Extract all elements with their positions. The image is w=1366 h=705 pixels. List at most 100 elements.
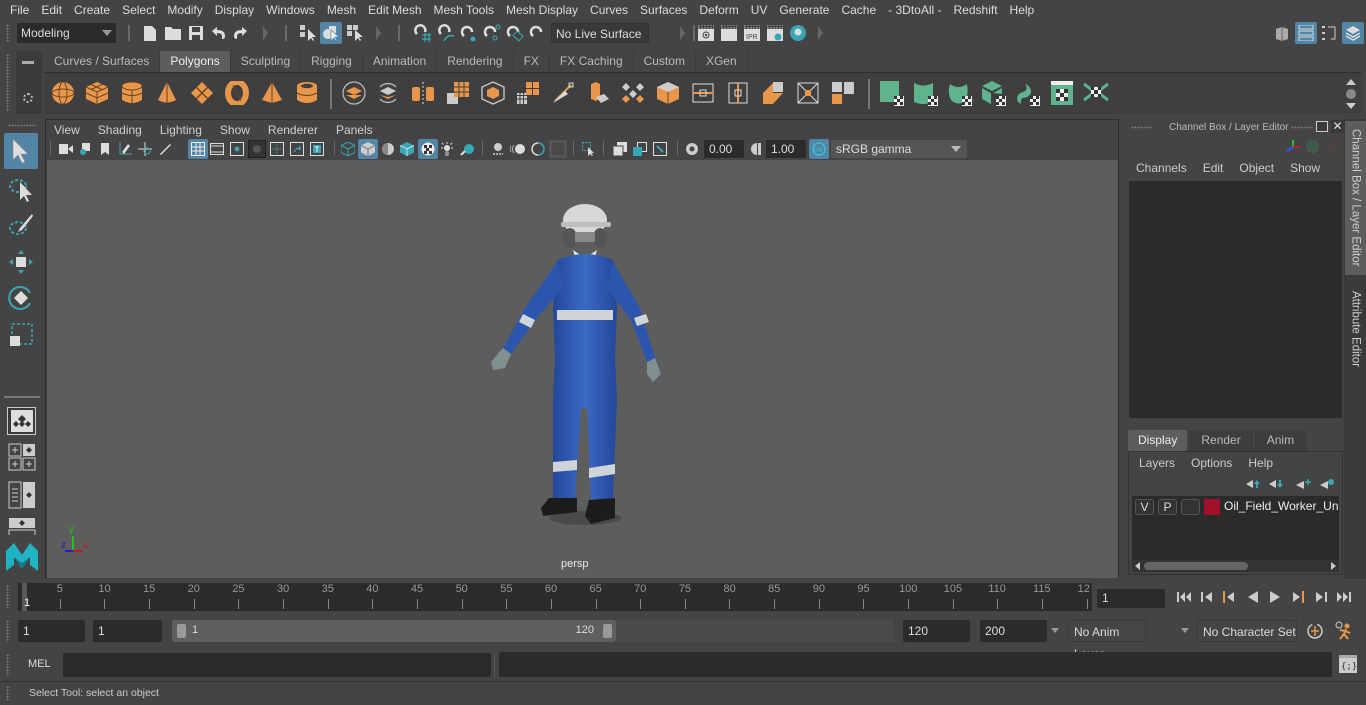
- multi-cut-icon[interactable]: [550, 79, 576, 107]
- single-perspective-layout-icon[interactable]: [7, 407, 36, 435]
- collapse-arrow[interactable]: [680, 26, 685, 40]
- show-menu[interactable]: Show: [1290, 161, 1320, 175]
- character-set-chevron-icon[interactable]: [1181, 628, 1189, 633]
- play-backwards-icon[interactable]: [1246, 590, 1260, 607]
- new-scene-icon[interactable]: [141, 23, 159, 43]
- go-to-end-icon[interactable]: [1336, 590, 1352, 607]
- save-scene-icon[interactable]: [186, 23, 206, 43]
- collapse-arrow[interactable]: [376, 26, 381, 40]
- move-tool-icon[interactable]: [4, 245, 38, 279]
- poly-cube-icon[interactable]: [84, 79, 110, 107]
- layer-tab-render[interactable]: Render: [1189, 430, 1253, 451]
- use-all-lights-icon[interactable]: [438, 140, 456, 158]
- object-menu[interactable]: Object: [1239, 161, 1274, 175]
- viewport-menu-view[interactable]: View: [54, 122, 89, 138]
- menu-3dtoall[interactable]: - 3DtoAll -: [882, 0, 947, 20]
- viewport-menu-lighting[interactable]: Lighting: [160, 122, 211, 138]
- bookmark-icon[interactable]: [97, 140, 113, 158]
- lasso-tool-icon[interactable]: [4, 172, 38, 206]
- create-empty-layer-icon[interactable]: [1295, 478, 1311, 490]
- insert-loop-icon[interactable]: [725, 79, 751, 107]
- go-to-start-icon[interactable]: [1176, 590, 1192, 607]
- time-slider[interactable]: 1 5 10 15 20 25 30 35 40 45 50 55 60 65 70 75 80 85 90 95 1…: [18, 583, 1092, 611]
- xray-icon[interactable]: [611, 140, 629, 158]
- paint-select-tool-icon[interactable]: [4, 208, 38, 242]
- step-forward-key-icon[interactable]: [1314, 590, 1328, 607]
- poly-sphere-icon[interactable]: [50, 79, 76, 107]
- layer-tab-display[interactable]: Display: [1128, 430, 1188, 451]
- motion-blur-icon[interactable]: [509, 140, 527, 158]
- smooth-shade-all-icon[interactable]: [358, 139, 378, 159]
- edge-loop-icon[interactable]: [690, 79, 716, 107]
- select-by-object-icon[interactable]: [320, 22, 342, 44]
- viewport-canvas[interactable]: y x z persp: [47, 160, 1118, 578]
- wireframe-on-shaded-icon[interactable]: [398, 140, 416, 158]
- play-forwards-icon[interactable]: [1268, 590, 1282, 607]
- panel-drag-handle[interactable]: [1131, 126, 1153, 129]
- attribute-editor-toggle-icon[interactable]: [1295, 22, 1317, 44]
- viewport-menu-show[interactable]: Show: [220, 122, 259, 138]
- layer-list-scrollbar[interactable]: [1132, 560, 1339, 572]
- view-transform-dropdown[interactable]: sRGB gamma: [831, 140, 967, 158]
- film-gate-icon[interactable]: [208, 140, 226, 158]
- anti-aliasing-icon[interactable]: [529, 140, 547, 158]
- collapse-arrow[interactable]: [818, 26, 823, 40]
- menu-modify[interactable]: Modify: [161, 0, 208, 20]
- spherical-map-icon[interactable]: [946, 79, 974, 107]
- layout-uv-icon[interactable]: [1082, 79, 1110, 107]
- bridge-icon[interactable]: [585, 79, 611, 107]
- menu-uv[interactable]: UV: [745, 0, 774, 20]
- image-plane-icon[interactable]: [116, 140, 134, 158]
- layer-color-swatch[interactable]: [1204, 499, 1220, 515]
- poly-cone-icon[interactable]: [154, 79, 180, 107]
- layer-playback-toggle[interactable]: P: [1158, 499, 1177, 515]
- modeling-toolkit-icon[interactable]: [1272, 23, 1292, 43]
- shelf-drag-handle[interactable]: [6, 54, 10, 112]
- outliner-persp-layout-icon[interactable]: [7, 481, 36, 509]
- auto-map-icon[interactable]: [980, 79, 1008, 107]
- shelf-tab-fx[interactable]: FX: [513, 51, 550, 72]
- command-line-drag-handle[interactable]: [6, 654, 10, 676]
- wireframe-icon[interactable]: [339, 140, 357, 158]
- menu-help[interactable]: Help: [1004, 0, 1041, 20]
- menu-mesh[interactable]: Mesh: [321, 0, 362, 20]
- anim-layer-dropdown[interactable]: No Anim Layer: [1068, 620, 1146, 661]
- quad-draw-icon[interactable]: [795, 79, 821, 107]
- ipr-render-icon[interactable]: IPR: [742, 23, 762, 43]
- center-pivot-icon[interactable]: [830, 79, 856, 107]
- anim-layer-chevron-icon[interactable]: [1051, 628, 1059, 633]
- use-default-material-icon[interactable]: [379, 140, 397, 158]
- range-start-handle[interactable]: [177, 624, 186, 638]
- snap-to-view-plane-icon[interactable]: [482, 23, 502, 43]
- poly-pyramid-icon[interactable]: [259, 79, 285, 107]
- combine-icon[interactable]: [341, 79, 367, 107]
- options-menu[interactable]: Options: [1191, 456, 1232, 470]
- shelf-tab-curves-surfaces[interactable]: Curves / Surfaces: [44, 51, 161, 72]
- poly-plane-icon[interactable]: [189, 79, 215, 107]
- move-layer-up-icon[interactable]: [1245, 478, 1261, 490]
- 2d-pan-zoom-icon[interactable]: [136, 140, 154, 158]
- shelf-tab-rigging[interactable]: Rigging: [301, 51, 363, 72]
- poly-cylinder-icon[interactable]: [119, 79, 145, 107]
- step-back-frame-icon[interactable]: [1222, 590, 1236, 607]
- collapse-arrow[interactable]: [263, 26, 268, 40]
- exposure-icon[interactable]: [683, 140, 701, 158]
- layer-tab-anim[interactable]: Anim: [1254, 430, 1307, 451]
- workspace-mode-dropdown[interactable]: Modeling: [17, 23, 116, 43]
- channel-box-toggle-icon[interactable]: [1342, 22, 1364, 44]
- exposure-field[interactable]: 0.00: [704, 140, 744, 158]
- animation-preferences-icon[interactable]: [1334, 621, 1354, 641]
- menu-edit-mesh[interactable]: Edit Mesh: [362, 0, 427, 20]
- character-set-dropdown[interactable]: No Character Set: [1197, 620, 1297, 642]
- shadows-icon[interactable]: [458, 140, 476, 158]
- cylindrical-map-icon[interactable]: [912, 79, 940, 107]
- shelf-tab-fx-caching[interactable]: FX Caching: [549, 51, 634, 72]
- color-management-toggle-icon[interactable]: ON: [809, 139, 829, 159]
- shelf-menu-icon[interactable]: [22, 61, 34, 64]
- range-end-handle[interactable]: [603, 624, 612, 638]
- ambient-occlusion-icon[interactable]: [489, 140, 507, 158]
- menu-windows[interactable]: Windows: [260, 0, 321, 20]
- render-settings-icon[interactable]: [765, 23, 785, 43]
- shelf-tab-custom[interactable]: Custom: [633, 51, 696, 72]
- scroll-right-icon[interactable]: [1331, 562, 1336, 570]
